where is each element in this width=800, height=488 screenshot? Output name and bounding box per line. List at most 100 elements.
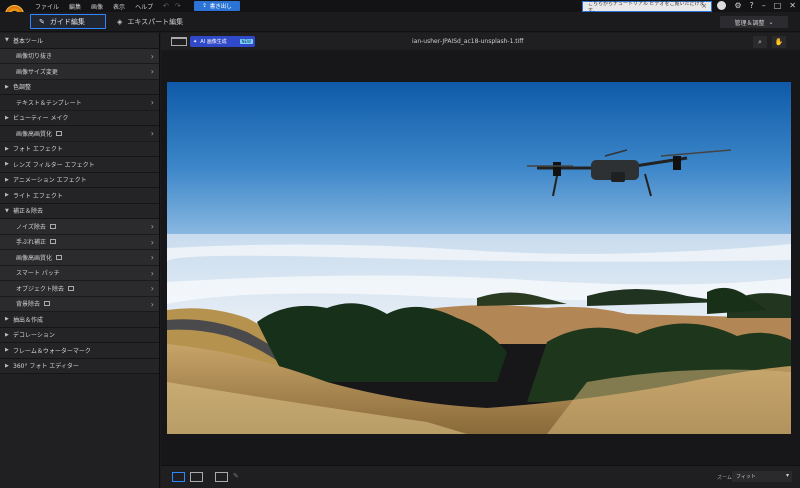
menu-edit[interactable]: 編集 [69,2,81,11]
view-compare-icon[interactable] [190,472,203,482]
menu-file[interactable]: ファイル [35,2,59,11]
external-icon [68,285,75,291]
wand-icon: ✎ [39,17,45,26]
chevron-right-icon: › [150,222,154,231]
external-icon [49,223,56,229]
minimize-icon[interactable]: – [762,1,766,10]
triangle-right-icon: ▶ [5,362,9,369]
triangle-right-icon: ▶ [5,347,9,354]
view-single-icon[interactable] [172,472,185,482]
hand-icon[interactable]: ✋ [772,36,786,48]
section-correct-remove[interactable]: ▼ 補正＆除去 [0,203,159,219]
section-label: 基本ツール [13,37,44,45]
section-label: ライト エフェクト [13,192,63,200]
compare-split-icon[interactable] [215,472,228,482]
chevron-right-icon: › [150,268,154,278]
section-color-adjust[interactable]: ▶ 色調整 [0,79,159,95]
item-label: オブジェクト除去 [16,285,65,293]
image-canvas[interactable] [161,50,800,465]
close-icon[interactable]: × [701,2,707,10]
triangle-down-icon: ▼ [5,207,9,214]
section-lens-filter[interactable]: ▶ レンズ フィルター エフェクト [0,157,159,173]
manage-button[interactable]: 管理＆調整 ⌄ [720,16,788,28]
undo-icon[interactable]: ↶ [163,2,169,10]
layers-icon: ◈ [117,17,123,26]
chevron-down-icon: ⌄ [768,18,774,26]
item-enhance[interactable]: 画像高画質化 › [0,126,159,142]
menu-help[interactable]: ヘルプ [135,2,153,11]
tool-panel: ▼ 基本ツール 画像切り抜き › 画像サイズ変更 › ▶ 色調整 テキスト＆テン… [0,33,160,488]
section-extract-create[interactable]: ▶ 抽出＆作成 [0,312,159,328]
item-deblur[interactable]: 手ぶれ補正 › [0,234,159,250]
chevron-right-icon: › [150,67,154,76]
section-label: レンズ フィルター エフェクト [13,161,95,169]
menu-image[interactable]: 画像 [91,2,103,11]
section-photo-effects[interactable]: ▶ フォト エフェクト [0,141,159,157]
item-resize[interactable]: 画像サイズ変更 › [0,64,159,80]
ai-icon: ✦ [193,38,198,45]
section-light-effects[interactable]: ▶ ライト エフェクト [0,188,159,204]
menu-bar: ファイル 編集 画像 表示 ヘルプ ↶ ↷ ⇪ 書き出し こちらからチュートリア… [0,0,800,14]
search-icon[interactable]: ⌕ [753,36,767,48]
section-label: 補正＆除去 [13,208,44,216]
item-object-removal[interactable]: オブジェクト除去 › [0,281,159,297]
maximize-icon[interactable]: □ [774,1,782,10]
drone-landscape-image [167,82,791,434]
item-label: ノイズ除去 [16,223,46,231]
export-button[interactable]: ⇪ 書き出し [194,1,240,11]
ai-label: AI 画像生成 [200,39,227,45]
account-icon[interactable] [717,1,727,10]
menu-view[interactable]: 表示 [113,2,125,11]
zoom-select[interactable]: フィット ▾ [732,471,792,482]
window-controls: ⚙ ? – □ ✕ [717,1,796,10]
menu-items: ファイル 編集 画像 表示 ヘルプ [35,2,153,11]
redo-icon[interactable]: ↷ [175,2,181,10]
section-frame-watermark[interactable]: ▶ フレーム＆ウォーターマーク [0,343,159,359]
item-text-template[interactable]: テキスト＆テンプレート › [0,95,159,111]
item-label: 画像高画質化 [16,254,53,262]
triangle-right-icon: ▶ [5,161,9,168]
section-label: デコレーション [13,332,55,340]
section-label: ビューティー メイク [13,115,69,123]
item-enhance-2[interactable]: 画像高画質化 › [0,250,159,266]
close-window-icon[interactable]: ✕ [789,1,796,10]
gear-icon[interactable]: ⚙ [734,1,741,10]
photo-preview [167,82,791,434]
triangle-right-icon: ▶ [5,331,9,338]
item-label: 背景除去 [16,301,41,309]
eyedropper-icon[interactable]: ✎ [233,472,246,482]
triangle-right-icon: ▶ [5,83,9,90]
tab-expert-edit[interactable]: ◈ エキスパート編集 [115,14,195,29]
item-label: テキスト＆テンプレート [16,99,82,107]
external-icon [56,130,63,136]
section-animation[interactable]: ▶ アニメーション エフェクト [0,172,159,188]
tutorial-banner[interactable]: こちらからチュートリアル ビデオをご覧いただけます。 × [582,1,712,14]
mode-bar: ✎ ガイド編集 ◈ エキスパート編集 管理＆調整 ⌄ [0,12,800,32]
triangle-right-icon: ▶ [5,114,9,121]
external-icon [56,254,63,260]
item-label: 画像高画質化 [16,130,53,138]
chevron-right-icon: › [150,51,154,61]
folder-icon[interactable] [171,37,187,46]
chevron-right-icon: › [150,237,154,247]
section-label: アニメーション エフェクト [13,177,87,185]
section-360-editor[interactable]: ▶ 360° フォト エディター [0,358,159,374]
canvas-toolbar: ✦ AI 画像生成 NEW ian-usher-JPAISd_ac18-unsp… [161,33,800,50]
tab-guide-edit[interactable]: ✎ ガイド編集 [30,14,106,29]
item-denoise[interactable]: ノイズ除去 › [0,219,159,235]
export-label: 書き出し [209,4,232,10]
zoom-label: ズーム [717,475,732,481]
chevron-down-icon: ▾ [785,472,789,479]
section-label: 抽出＆作成 [13,316,44,324]
section-basic-tools[interactable]: ▼ 基本ツール [0,33,159,49]
item-label: 画像切り抜き [16,53,53,61]
section-label: フォト エフェクト [13,146,63,154]
help-icon[interactable]: ? [749,1,753,10]
section-decoration[interactable]: ▶ デコレーション [0,327,159,343]
tab-expert-label: エキスパート編集 [127,17,184,26]
item-crop[interactable]: 画像切り抜き › [0,48,159,64]
item-smart-patch[interactable]: スマート パッチ › [0,265,159,281]
section-beauty[interactable]: ▶ ビューティー メイク [0,110,159,126]
ai-generate-button[interactable]: ✦ AI 画像生成 NEW [190,36,255,47]
item-bg-removal[interactable]: 背景除去 › [0,296,159,312]
